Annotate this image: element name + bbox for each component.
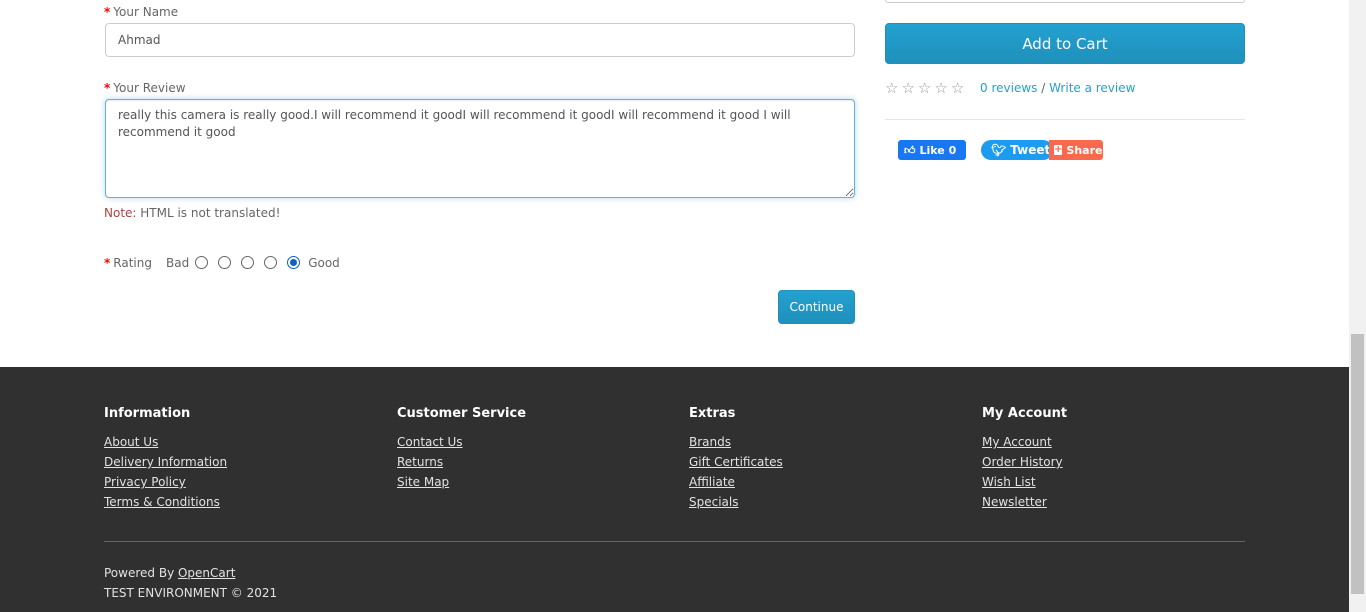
twitter-bird-icon: 🐦︎ [991,143,1007,157]
footer-link[interactable]: Wish List [982,472,1067,492]
footer-link[interactable]: Site Map [397,472,526,492]
your-name-label: * Your Name [104,5,179,19]
rating-radio-1[interactable] [195,255,209,269]
review-links: 0 reviews / Write a review [980,81,1136,95]
add-to-cart-button[interactable]: Add to Cart [885,23,1245,64]
name-input[interactable] [105,23,855,57]
rating-radio-2[interactable] [218,255,232,269]
footer-heading: Extras [689,406,736,421]
footer-link[interactable]: Gift Certificates [689,452,783,472]
thumbs-up-icon: 👍︎ [904,143,916,157]
plus-icon: + [1054,144,1063,155]
rating-good-label: Good [308,256,340,270]
site-footer: Information About Us Delivery Informatio… [0,367,1349,612]
footer-link[interactable]: About Us [104,432,227,452]
footer-column-customer-service: Customer Service Contact Us Returns Site… [397,406,526,492]
facebook-like-button[interactable]: 👍︎ Like 0 [898,140,966,160]
footer-link[interactable]: Newsletter [982,492,1067,512]
footer-link[interactable]: Terms & Conditions [104,492,227,512]
footer-heading: Customer Service [397,406,527,421]
footer-link[interactable]: Specials [689,492,783,512]
rating-group: * Rating Bad Good [104,255,340,270]
star-empty-icon: ☆ [885,79,899,97]
rating-label: Rating [113,256,152,270]
footer-link[interactable]: Returns [397,452,526,472]
reviews-count-link[interactable]: 0 reviews [980,81,1037,95]
star-empty-icon: ☆ [917,79,932,97]
footer-divider [104,541,1245,542]
html-note: Note: HTML is not translated! [104,206,281,220]
your-review-label: * Your Review [104,81,186,95]
rating-radio-5[interactable] [287,255,301,269]
footer-link[interactable]: Contact Us [397,432,526,452]
footer-column-my-account: My Account My Account Order History Wish… [982,406,1067,512]
star-empty-icon: ☆ [950,79,965,97]
write-review-link[interactable]: Write a review [1049,81,1135,95]
footer-link[interactable]: Order History [982,452,1067,472]
copyright-text: TEST ENVIRONMENT © 2021 [104,586,278,600]
rating-bad-label: Bad [165,256,190,270]
footer-link[interactable]: Privacy Policy [104,472,227,492]
opencart-link[interactable]: OpenCart [178,566,235,580]
footer-link[interactable]: Brands [689,432,783,452]
footer-heading: My Account [982,406,1068,421]
rating-stars: ☆ ☆ ☆ ☆ ☆ [885,81,967,96]
footer-link[interactable]: My Account [982,432,1067,452]
star-empty-icon: ☆ [901,79,915,97]
footer-link[interactable]: Affiliate [689,472,783,492]
footer-powered-by: Powered By OpenCart TEST ENVIRONMENT © 2… [104,566,278,600]
footer-column-extras: Extras Brands Gift Certificates Affiliat… [689,406,783,512]
option-select[interactable] [885,0,1245,3]
tweet-button[interactable]: 🐦︎ Tweet [981,140,1053,160]
continue-button[interactable]: Continue [778,290,855,324]
star-empty-icon: ☆ [934,79,948,97]
rating-radio-3[interactable] [241,255,255,269]
page-scrollbar[interactable] [1349,0,1366,612]
footer-column-information: Information About Us Delivery Informatio… [104,406,227,512]
divider [885,119,1245,120]
review-textarea[interactable]: really this camera is really good.I will… [105,99,855,198]
share-button[interactable]: + Share [1049,140,1103,160]
rating-radio-4[interactable] [264,255,278,269]
scrollbar-thumb[interactable] [1351,334,1364,594]
footer-link[interactable]: Delivery Information [104,452,227,472]
footer-heading: Information [104,406,191,421]
